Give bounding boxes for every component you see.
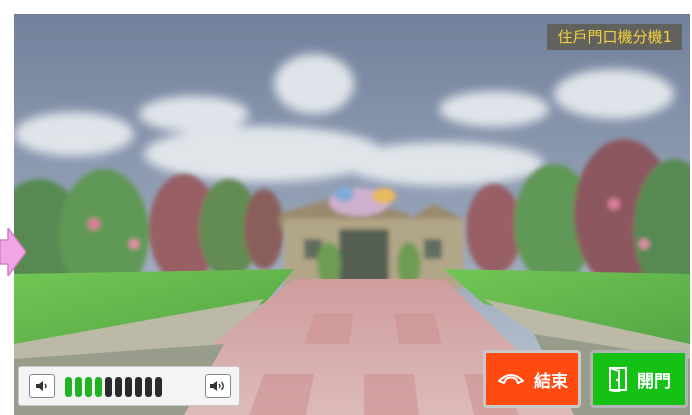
volume-step xyxy=(135,377,142,397)
station-label: 住戶門口機分機1 xyxy=(547,24,682,50)
volume-control xyxy=(18,366,240,406)
speaker-low-icon xyxy=(36,381,47,391)
end-call-button[interactable]: 結束 xyxy=(483,350,581,408)
open-door-label: 開門 xyxy=(637,371,671,392)
volume-up-button[interactable] xyxy=(205,374,231,398)
door-icon xyxy=(609,367,627,392)
volume-step xyxy=(115,377,122,397)
camera-feed-image xyxy=(14,14,690,415)
volume-step xyxy=(125,377,132,397)
volume-step xyxy=(95,377,102,397)
volume-step xyxy=(75,377,82,397)
hang-up-icon xyxy=(498,374,524,384)
volume-step xyxy=(145,377,152,397)
camera-view: 住戶門口機分機1 xyxy=(14,14,690,415)
volume-down-button[interactable] xyxy=(29,374,55,398)
end-call-label: 結束 xyxy=(534,371,568,392)
volume-step xyxy=(65,377,72,397)
speaker-high-icon xyxy=(210,381,224,391)
volume-step xyxy=(105,377,112,397)
volume-step xyxy=(155,377,162,397)
right-arrow-icon xyxy=(0,228,26,276)
volume-level-bar xyxy=(65,377,162,397)
volume-step xyxy=(85,377,92,397)
open-door-button[interactable]: 開門 xyxy=(590,350,688,408)
